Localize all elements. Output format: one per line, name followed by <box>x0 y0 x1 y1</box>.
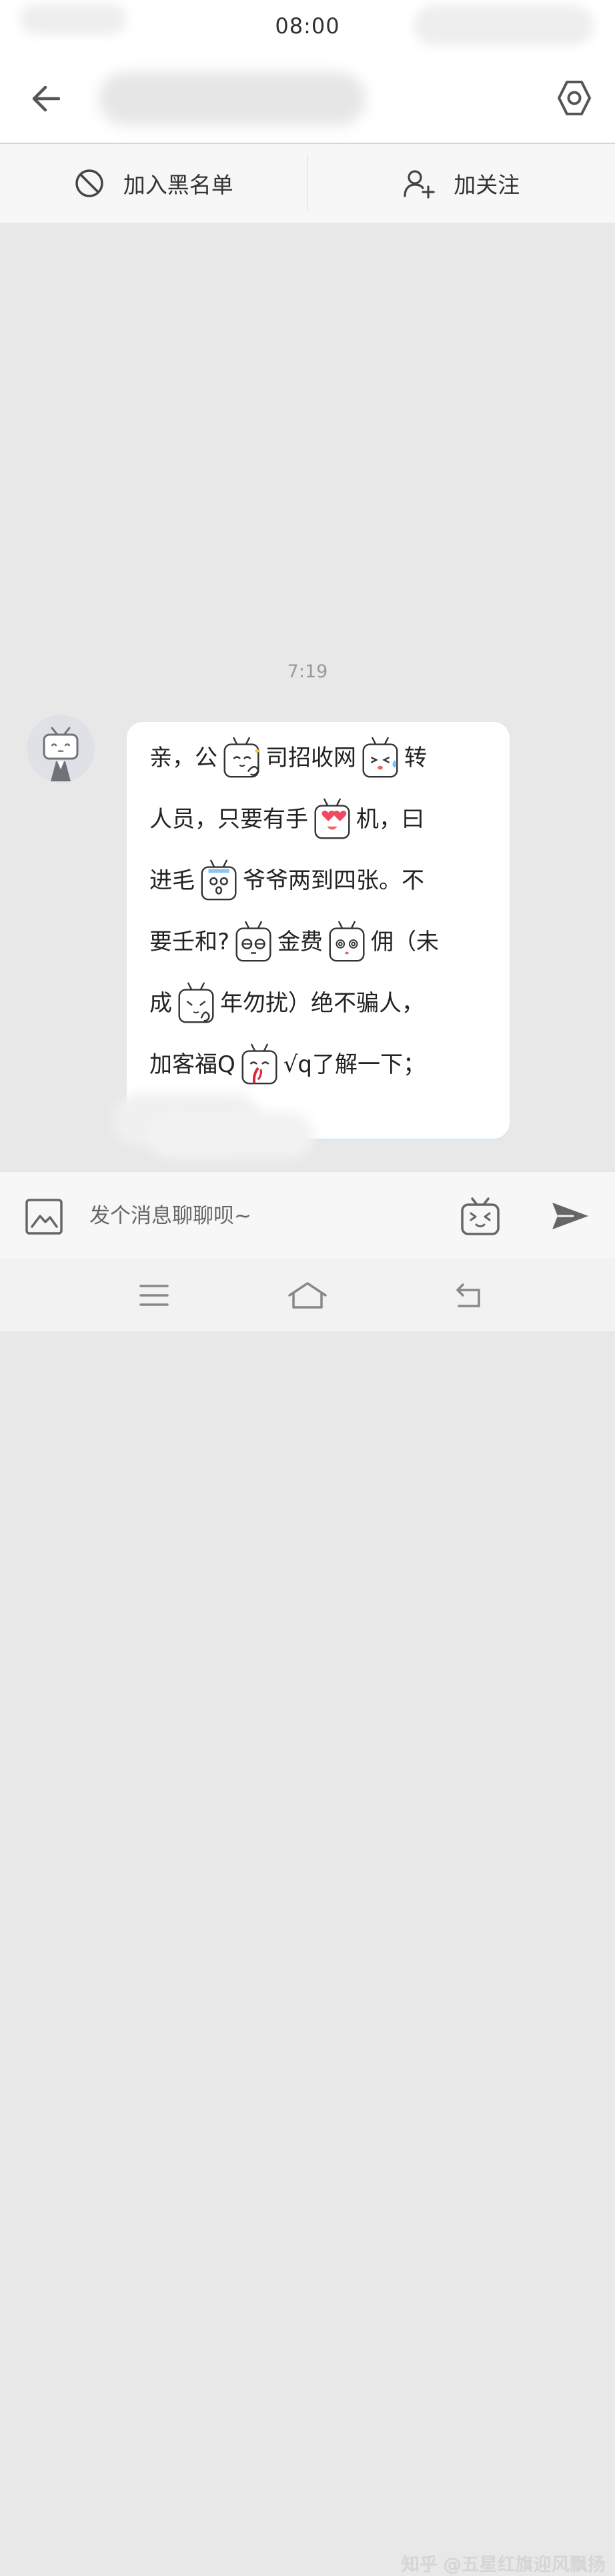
menu-icon <box>138 1281 170 1310</box>
emoji-button[interactable] <box>459 1195 502 1237</box>
send-button[interactable] <box>551 1200 590 1232</box>
input-bar <box>0 1171 615 1259</box>
message-line: 亲，公司招收网转 <box>149 727 480 789</box>
blurred-bubble-text <box>147 1112 314 1159</box>
return-icon <box>452 1281 484 1310</box>
sweat-emoji-icon <box>357 734 404 782</box>
message-bubble[interactable]: 亲，公司招收网转人员，只要有手机，曰进毛爷爷两到四张。不要壬和?金费佣（未成年勿… <box>127 722 510 1139</box>
block-icon <box>74 168 105 199</box>
blurred-contact-name <box>99 72 366 125</box>
message-line: 要壬和? 金费佣（未 <box>149 911 480 973</box>
message-text: 人员，只要有手 <box>149 789 308 850</box>
blurred-status-left <box>20 4 127 35</box>
avatar[interactable] <box>27 715 95 783</box>
speechless-emoji-icon <box>230 918 277 966</box>
tv-emoji-icon <box>459 1195 502 1237</box>
status-time: 08:00 <box>275 13 340 39</box>
arrow-left-icon <box>27 79 67 119</box>
chat-header <box>0 52 615 144</box>
message-text: 金费 <box>277 911 323 973</box>
home-icon <box>287 1281 328 1310</box>
message-line: 进毛爷爷两到四张。不 <box>149 850 480 911</box>
dizzy-emoji-icon <box>324 918 370 966</box>
blacklist-button[interactable]: 加入黑名单 <box>0 144 308 223</box>
message-text: 佣（未 <box>371 911 439 973</box>
message-text: 进毛 <box>149 850 195 911</box>
settings-button[interactable] <box>554 77 595 119</box>
message-text: 年勿扰）绝不骗人， <box>220 973 424 1034</box>
follow-label: 加关注 <box>454 167 520 199</box>
status-bar: 08:00 <box>0 0 615 52</box>
back-button[interactable] <box>27 79 67 119</box>
thinking-emoji-icon <box>173 979 219 1027</box>
message-text: 要壬和? <box>149 911 229 973</box>
message-line: 加客福Q √q了解一下； <box>149 1034 480 1095</box>
message-text: 机，曰 <box>356 789 424 850</box>
message-input[interactable] <box>88 1192 438 1240</box>
follow-button[interactable]: 加关注 <box>308 144 615 223</box>
system-nav-bar: 知乎 @五星红旗迎风飘扬 <box>0 1258 615 1331</box>
watermark: 知乎 @五星红旗迎风飘扬 <box>402 2550 606 2576</box>
message-text: 司招收网 <box>265 727 356 789</box>
message-text: 加客福Q <box>149 1034 235 1095</box>
send-icon <box>551 1200 590 1232</box>
gear-hexagon-icon <box>554 77 595 119</box>
menu-button[interactable] <box>138 1281 170 1310</box>
message-line: 人员，只要有手机，曰 <box>149 789 480 850</box>
action-bar: 加入黑名单 加关注 <box>0 144 615 223</box>
message-timestamp: 7:19 <box>0 661 615 682</box>
add-user-icon <box>403 168 435 199</box>
message-text: √q了解一下； <box>283 1034 426 1095</box>
tv-mascot-avatar <box>27 715 95 783</box>
image-icon <box>24 1197 64 1236</box>
home-button[interactable] <box>287 1281 328 1310</box>
message-text: 成 <box>149 973 172 1034</box>
shy-emoji-icon <box>218 734 265 782</box>
image-button[interactable] <box>24 1197 64 1236</box>
shocked-emoji-icon <box>195 857 242 905</box>
nosebleed-emoji-icon <box>236 1041 283 1089</box>
message-text: 转 <box>404 727 427 789</box>
heart-eyes-emoji-icon <box>309 795 356 843</box>
blurred-status-right <box>414 5 594 45</box>
message-text: 亲，公 <box>149 727 217 789</box>
message-line: 成年勿扰）绝不骗人， <box>149 973 480 1034</box>
return-button[interactable] <box>452 1281 484 1310</box>
blacklist-label: 加入黑名单 <box>123 167 233 199</box>
message-text: 爷爷两到四张。不 <box>243 850 424 911</box>
